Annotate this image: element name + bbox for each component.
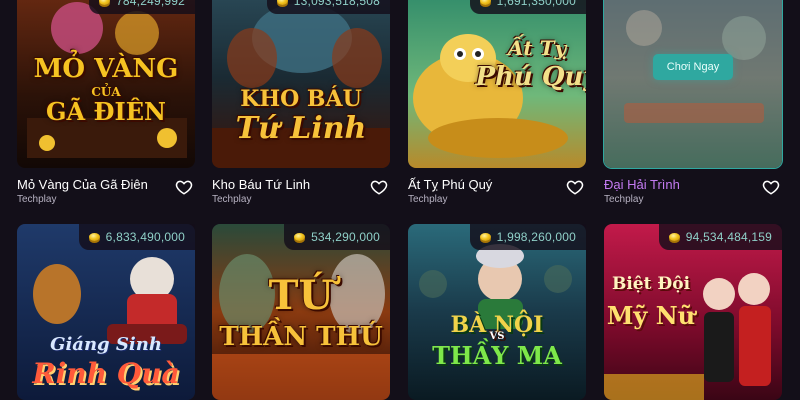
coin-icon [668, 233, 680, 241]
art-title-line: Phú Quý [475, 62, 586, 92]
game-thumbnail[interactable]: TỨ THẦN THÚ [212, 224, 390, 400]
art-title-line: THẦY MA [432, 341, 562, 370]
jackpot-badge: 1,998,260,000 [469, 224, 586, 250]
coin-icon [479, 233, 491, 241]
art-title-line: Giáng Sinh [50, 334, 162, 355]
game-card[interactable]: BÀ NỘI VS THẦY MA 1,998,260,000 [408, 224, 586, 400]
game-grid: MỎ VÀNG CỦA GÃ ĐIÊN 784,249,992 Mỏ Vàng … [0, 0, 800, 400]
game-title[interactable]: Kho Báu Tứ Linh [212, 177, 310, 192]
coin-icon [99, 0, 111, 5]
jackpot-badge: 13,093,518,508 [266, 0, 390, 14]
game-artwork [17, 0, 195, 168]
game-card[interactable]: TỨ THẦN THÚ 534,290,000 [212, 224, 390, 400]
art-title-line: GÃ ĐIÊN [46, 97, 166, 126]
game-card[interactable]: MỎ VÀNG CỦA GÃ ĐIÊN 784,249,992 Mỏ Vàng … [17, 0, 195, 210]
game-card[interactable]: Giáng Sinh Rinh Quà 6,833,490,000 [17, 224, 195, 400]
coin-icon [294, 233, 306, 241]
coin-icon [276, 0, 288, 5]
game-thumbnail[interactable]: Chơi Ngay [604, 0, 782, 168]
favorite-heart-icon[interactable] [566, 178, 584, 196]
art-title-line: THẦN THÚ [219, 322, 383, 352]
art-title-line: Mỹ Nữ [606, 301, 696, 330]
game-title[interactable]: Mỏ Vàng Của Gã Điên [17, 177, 148, 192]
game-thumbnail[interactable]: Ất Tỵ Phú Quý [408, 0, 586, 168]
play-now-button[interactable]: Chơi Ngay [653, 54, 733, 80]
art-title-line: Tứ Linh [235, 111, 367, 146]
jackpot-value: 534,290,000 [311, 230, 380, 244]
jackpot-badge: 1,691,350,000 [469, 0, 586, 14]
jackpot-value: 13,093,518,508 [293, 0, 380, 8]
art-title-line: KHO BÁU [240, 86, 362, 112]
game-card[interactable]: KHO BÁU Tứ Linh 13,093,518,508 Kho Báu T… [212, 0, 390, 210]
game-provider: Techplay [212, 194, 252, 205]
jackpot-value: 1,691,350,000 [496, 0, 576, 8]
art-title-line: Rinh Quà [32, 357, 180, 390]
game-thumbnail[interactable]: MỎ VÀNG CỦA GÃ ĐIÊN [17, 0, 195, 168]
game-title[interactable]: Đại Hải Trình [604, 177, 680, 192]
art-title-line: Ất Tỵ [507, 36, 567, 60]
game-title[interactable]: Ất Tỵ Phú Quý [408, 177, 492, 192]
game-provider: Techplay [604, 194, 644, 205]
jackpot-value: 94,534,484,159 [685, 230, 772, 244]
favorite-heart-icon[interactable] [175, 178, 193, 196]
favorite-heart-icon[interactable] [370, 178, 388, 196]
art-title-line: Biệt Đội [611, 274, 691, 294]
game-card[interactable]: Biệt Đội Mỹ Nữ 94,534,484,159 [604, 224, 782, 400]
game-thumbnail[interactable]: Giáng Sinh Rinh Quà [17, 224, 195, 400]
game-thumbnail[interactable]: Biệt Đội Mỹ Nữ [604, 224, 782, 400]
jackpot-value: 1,998,260,000 [496, 230, 576, 244]
coin-icon [88, 233, 100, 241]
game-provider: Techplay [408, 194, 448, 205]
game-card[interactable]: Ất Tỵ Phú Quý 1,691,350,000 Ất Tỵ Phú Qu… [408, 0, 586, 210]
jackpot-value: 784,249,992 [116, 0, 185, 8]
coin-icon [479, 0, 491, 5]
art-title-line: MỎ VÀNG [33, 54, 179, 84]
game-thumbnail[interactable]: KHO BÁU Tứ Linh [212, 0, 390, 168]
game-card[interactable]: Chơi Ngay Đại Hải Trình Techplay [604, 0, 782, 210]
jackpot-value: 6,833,490,000 [105, 230, 185, 244]
jackpot-badge: 94,534,484,159 [658, 224, 782, 250]
favorite-heart-icon[interactable] [762, 178, 780, 196]
jackpot-badge: 784,249,992 [89, 0, 195, 14]
jackpot-badge: 6,833,490,000 [78, 224, 195, 250]
art-title-line: TỨ [268, 272, 334, 319]
jackpot-badge: 534,290,000 [284, 224, 390, 250]
game-provider: Techplay [17, 194, 57, 205]
game-thumbnail[interactable]: BÀ NỘI VS THẦY MA [408, 224, 586, 400]
game-artwork [604, 0, 782, 168]
